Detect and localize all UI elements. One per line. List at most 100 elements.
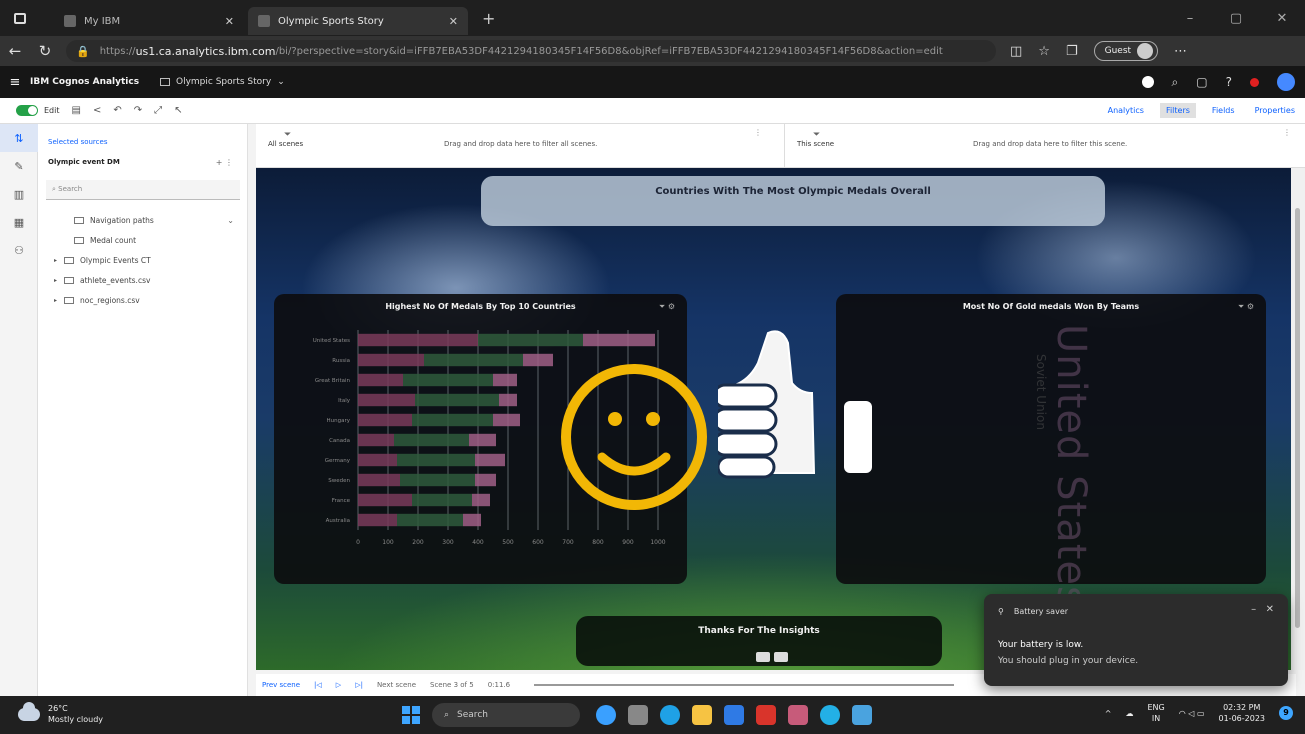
banner-title[interactable]: Countries With The Most Olympic Medals O… — [481, 176, 1105, 226]
battery-toast[interactable]: ⚲ Battery saver – ✕ Your battery is low. … — [984, 594, 1288, 686]
minimize-icon[interactable]: – — [1167, 11, 1213, 26]
task-view-icon[interactable] — [628, 705, 648, 725]
people-icon[interactable]: ⚇ — [0, 236, 38, 264]
bar-segment[interactable] — [412, 493, 472, 507]
bar-segment[interactable] — [475, 473, 496, 487]
telegram-icon[interactable] — [852, 705, 872, 725]
bar-segment[interactable] — [400, 473, 475, 487]
caret-right-icon[interactable]: ▸ — [54, 277, 64, 284]
assistant-icon[interactable] — [1141, 76, 1154, 88]
last-scene-icon[interactable]: ▷| — [355, 681, 363, 689]
browser-icon[interactable] — [820, 705, 840, 725]
tab-olympic-story[interactable]: Olympic Sports Story ✕ — [248, 7, 468, 35]
bar-segment[interactable] — [358, 453, 397, 467]
thanks-widget[interactable]: Thanks For The Insights — [576, 616, 942, 666]
cloud-sync-icon[interactable]: ☁ — [1125, 709, 1133, 718]
tree-item-olympic-events[interactable]: ▸ Olympic Events CT — [54, 250, 234, 270]
bar-segment[interactable] — [358, 373, 403, 387]
tab-analytics[interactable]: Analytics — [1104, 103, 1148, 118]
bar-segment[interactable] — [358, 513, 397, 527]
workspaces-icon[interactable] — [0, 0, 40, 36]
more-icon[interactable]: ⋮ — [754, 128, 762, 137]
notification-badge[interactable]: 9 — [1279, 706, 1293, 720]
search-input[interactable]: ⌕ Search — [46, 180, 240, 200]
collections-icon[interactable]: ❐ — [1066, 44, 1078, 59]
bar-segment[interactable] — [583, 333, 655, 347]
alert-icon[interactable] — [1250, 77, 1259, 87]
caret-right-icon[interactable]: ▸ — [54, 257, 64, 264]
bar-segment[interactable] — [523, 353, 553, 367]
tab-properties[interactable]: Properties — [1251, 103, 1299, 118]
bar-segment[interactable] — [472, 493, 490, 507]
tree-item-athlete-events[interactable]: ▸ athlete_events.csv — [54, 270, 234, 290]
save-icon[interactable]: ▤ — [72, 105, 81, 116]
user-avatar[interactable] — [1277, 73, 1295, 91]
first-scene-icon[interactable]: |◁ — [314, 681, 322, 689]
bar-segment[interactable] — [403, 373, 493, 387]
wifi-volume-battery-icon[interactable]: ◠ ◁ ▭ — [1179, 709, 1205, 718]
store-icon[interactable] — [724, 705, 744, 725]
close-icon[interactable]: – ✕ — [1251, 604, 1274, 615]
bar-segment[interactable] — [358, 353, 424, 367]
clock[interactable]: 02:32 PM 01-06-2023 — [1219, 702, 1266, 724]
widget-menu-icon[interactable]: ⏷ ⚙ — [1238, 302, 1254, 312]
url-field[interactable]: 🔒 https:// us1.ca.analytics.ibm.com /bi/… — [66, 40, 996, 62]
tab-my-ibm[interactable]: My IBM ✕ — [54, 7, 244, 35]
close-window-icon[interactable]: ✕ — [1259, 11, 1305, 26]
tab-fields[interactable]: Fields — [1208, 103, 1239, 118]
bar-segment[interactable] — [415, 393, 499, 407]
close-tab-icon[interactable]: ✕ — [225, 15, 234, 28]
tree-item-navigation-paths[interactable]: Navigation paths ⌄ — [54, 210, 234, 230]
bar-segment[interactable] — [358, 433, 394, 447]
bar-segment[interactable] — [493, 413, 520, 427]
chart-icon[interactable]: ▥ — [0, 180, 38, 208]
bar-segment[interactable] — [493, 373, 517, 387]
add-source-icon[interactable]: + ⋮ — [216, 158, 233, 167]
file-explorer-icon[interactable] — [692, 705, 712, 725]
bar-segment[interactable] — [397, 513, 463, 527]
pager-dot[interactable] — [774, 652, 788, 662]
taskbar-search[interactable]: ⌕ Search — [432, 703, 580, 727]
weather-widget[interactable]: 26°C Mostly cloudy — [18, 701, 103, 725]
caret-right-icon[interactable]: ▸ — [54, 297, 64, 304]
redo-icon[interactable]: ↷ — [134, 105, 142, 116]
play-icon[interactable]: ▷ — [336, 681, 341, 689]
notifications-icon[interactable]: ▢ — [1196, 75, 1207, 89]
language-indicator[interactable]: ENG IN — [1147, 702, 1164, 724]
pointer-icon[interactable]: ↖ — [174, 105, 182, 116]
scrollbar-thumb[interactable] — [1295, 208, 1300, 628]
tree-item-medal-count[interactable]: Medal count — [54, 230, 234, 250]
new-tab-button[interactable]: + — [482, 9, 495, 28]
bar-segment[interactable] — [358, 333, 478, 347]
bar-segment[interactable] — [358, 413, 412, 427]
data-sources-icon[interactable]: ⇅ — [0, 124, 38, 152]
edit-mode-toggle[interactable] — [16, 105, 38, 116]
refresh-icon[interactable]: ↻ — [30, 42, 60, 60]
story-tab[interactable]: Olympic Sports Story ⌄ — [160, 77, 285, 87]
bar-segment[interactable] — [358, 393, 415, 407]
office-icon[interactable] — [756, 705, 776, 725]
bar-segment[interactable] — [397, 453, 475, 467]
back-icon[interactable]: ← — [0, 42, 30, 60]
bar-segment[interactable] — [358, 493, 412, 507]
maximize-icon[interactable]: ▢ — [1213, 11, 1259, 26]
chevron-down-icon[interactable]: ⌄ — [227, 216, 234, 225]
split-screen-icon[interactable]: ◫ — [1010, 44, 1022, 59]
edge-icon[interactable] — [660, 705, 680, 725]
tab-filters[interactable]: Filters — [1159, 103, 1196, 118]
close-tab-icon[interactable]: ✕ — [449, 15, 458, 28]
app-icon[interactable] — [788, 705, 808, 725]
this-scene-filter[interactable]: ⏷ This scene Drag and drop data here to … — [784, 124, 1304, 168]
bar-segment[interactable] — [424, 353, 523, 367]
breadcrumb[interactable]: Selected sources — [48, 138, 107, 146]
undo-icon[interactable]: ↶ — [113, 105, 121, 116]
bar-segment[interactable] — [394, 433, 469, 447]
bar-segment[interactable] — [412, 413, 493, 427]
gold-medals-wordcloud-widget[interactable]: Most No Of Gold medals Won By Teams ⏷ ⚙ … — [836, 294, 1266, 608]
next-scene-link[interactable]: Next scene — [377, 681, 416, 689]
copilot-icon[interactable] — [596, 705, 616, 725]
widgets-icon[interactable]: ▦ — [0, 208, 38, 236]
favorites-icon[interactable]: ☆ — [1038, 44, 1050, 59]
bar-segment[interactable] — [469, 433, 496, 447]
bar-segment[interactable] — [358, 473, 400, 487]
